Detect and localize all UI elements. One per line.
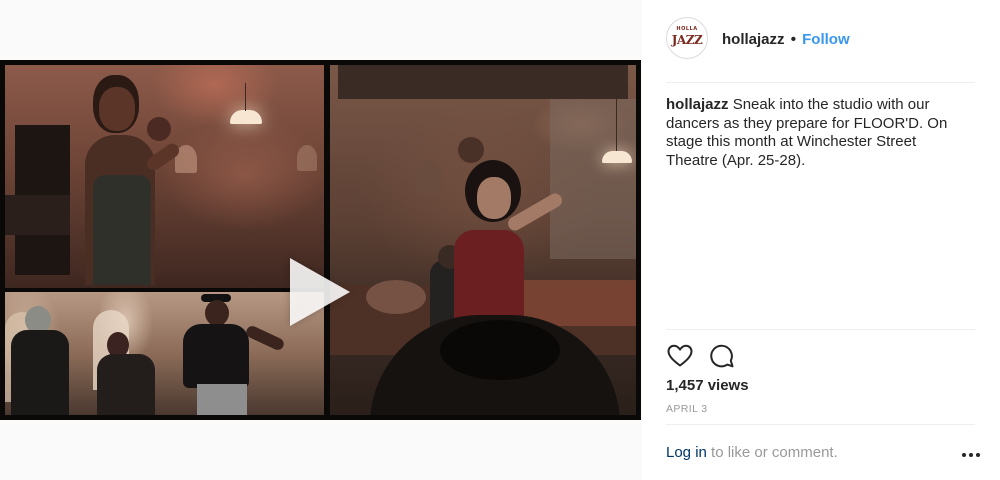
separator-dot: • — [790, 31, 796, 48]
play-icon[interactable] — [290, 258, 350, 326]
follow-button[interactable]: Follow — [802, 31, 850, 48]
action-bar — [666, 342, 966, 370]
video-player[interactable] — [0, 60, 641, 420]
login-link[interactable]: Log in — [666, 444, 707, 461]
avatar-logo-bottom: JAZZ — [671, 33, 703, 47]
video-panel-group — [5, 292, 324, 415]
view-count[interactable]: 1,457 views — [666, 377, 749, 394]
caption-username[interactable]: hollajazz — [666, 96, 729, 113]
post-caption: hollajazz Sneak into the studio with our… — [666, 96, 966, 170]
header-divider — [666, 82, 975, 83]
comment-prompt: Log in to like or comment. — [666, 444, 980, 464]
more-options-icon[interactable] — [960, 444, 982, 464]
username-link[interactable]: hollajazz — [722, 31, 785, 48]
video-panel-dancer-closeup — [5, 65, 324, 288]
comment-divider — [666, 424, 975, 425]
login-prompt-text: to like or comment. — [711, 444, 838, 461]
video-panel-dance-motion — [330, 65, 636, 415]
media-area — [0, 0, 641, 480]
heart-icon[interactable] — [666, 342, 694, 370]
post-header: HOLLA JAZZ hollajazz • Follow — [642, 0, 1000, 82]
post-date[interactable]: APRIL 3 — [666, 403, 708, 415]
header-line: hollajazz • Follow — [722, 31, 850, 48]
avatar[interactable]: HOLLA JAZZ — [666, 17, 708, 59]
post-sidebar: HOLLA JAZZ hollajazz • Follow hollajazz … — [642, 0, 1000, 480]
avatar-logo-top: HOLLA — [676, 26, 698, 32]
comment-bubble-icon[interactable] — [708, 342, 736, 370]
actions-divider — [666, 329, 975, 330]
